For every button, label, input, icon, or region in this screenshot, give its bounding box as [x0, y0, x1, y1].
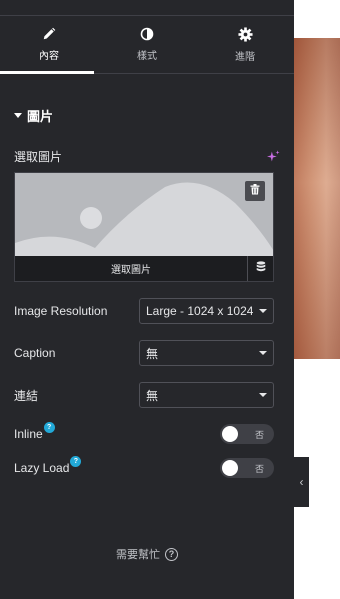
resolution-label: Image Resolution: [14, 304, 108, 318]
tab-style[interactable]: 樣式: [98, 16, 196, 73]
gear-icon: [237, 26, 253, 42]
canvas-image[interactable]: [294, 38, 340, 359]
lazy-load-label: Lazy Load: [14, 461, 70, 475]
caption-label: Caption: [14, 346, 56, 360]
help-tooltip-icon[interactable]: ?: [43, 422, 55, 433]
panel-tabs: 內容 樣式 進階: [0, 16, 294, 74]
tab-advanced[interactable]: 進階: [196, 16, 294, 73]
trash-icon: [250, 182, 260, 200]
resolution-select[interactable]: Large - 1024 x 1024: [139, 298, 274, 324]
tab-content-label: 內容: [39, 51, 59, 62]
media-library-button[interactable]: [247, 256, 273, 281]
chevron-down-icon: [259, 351, 267, 355]
toggle-knob: [222, 460, 238, 476]
need-help-link[interactable]: 需要幫忙 ?: [0, 546, 294, 562]
caption-value: 無: [146, 346, 159, 361]
image-picker[interactable]: 選取圖片: [14, 172, 274, 282]
question-circle-icon: ?: [165, 547, 178, 561]
editor-panel: 內容 樣式 進階 圖片 選取圖片 選取圖片 Image Resolution L…: [0, 0, 294, 599]
section-title: 圖片: [27, 109, 54, 124]
tab-content[interactable]: 內容: [0, 16, 98, 73]
contrast-icon: [140, 27, 154, 41]
link-select[interactable]: 無: [139, 382, 274, 408]
choose-image-label: 選取圖片: [14, 150, 63, 164]
link-label: 連結: [14, 388, 39, 403]
choose-image-label-row: 選取圖片: [0, 148, 294, 165]
lazy-load-label-wrap: Lazy Load ?: [14, 456, 82, 475]
tab-advanced-label: 進階: [235, 51, 255, 63]
help-tooltip-icon[interactable]: ?: [70, 456, 82, 467]
resolution-row: Image Resolution Large - 1024 x 1024: [14, 298, 274, 324]
caption-select[interactable]: 無: [139, 340, 274, 366]
caption-row: Caption 無: [14, 340, 274, 366]
image-picker-bar: 選取圖片: [15, 256, 273, 281]
chevron-down-icon: [259, 393, 267, 397]
delete-image-button[interactable]: [245, 181, 265, 201]
lazy-load-toggle[interactable]: 否: [220, 458, 274, 478]
inline-toggle[interactable]: 否: [220, 424, 274, 444]
lazy-load-row: Lazy Load ? 否: [14, 456, 274, 478]
inline-label-wrap: Inline ?: [14, 422, 55, 441]
lazy-load-toggle-state: 否: [254, 464, 264, 474]
canvas-preview: [294, 0, 340, 599]
ai-sparkle-icon[interactable]: [267, 150, 280, 163]
active-tab-indicator: [0, 71, 94, 74]
inline-toggle-state: 否: [254, 430, 264, 440]
section-toggle-image[interactable]: 圖片: [0, 106, 294, 125]
link-row: 連結 無: [14, 382, 274, 408]
caret-down-icon: [14, 113, 22, 118]
inline-label: Inline: [14, 427, 43, 441]
toggle-knob: [222, 426, 238, 442]
tab-style-label: 樣式: [137, 51, 157, 62]
choose-image-button[interactable]: 選取圖片: [15, 256, 247, 281]
chevron-left-icon: ‹: [299, 475, 304, 489]
panel-header: [0, 0, 294, 16]
pencil-icon: [42, 27, 56, 41]
link-value: 無: [146, 388, 159, 403]
inline-row: Inline ? 否: [14, 422, 274, 444]
need-help-label: 需要幫忙: [116, 549, 160, 561]
resolution-value: Large - 1024 x 1024: [146, 304, 254, 318]
chevron-down-icon: [259, 309, 267, 313]
collapse-panel-button[interactable]: ‹: [294, 457, 309, 507]
stack-icon: [256, 260, 266, 278]
